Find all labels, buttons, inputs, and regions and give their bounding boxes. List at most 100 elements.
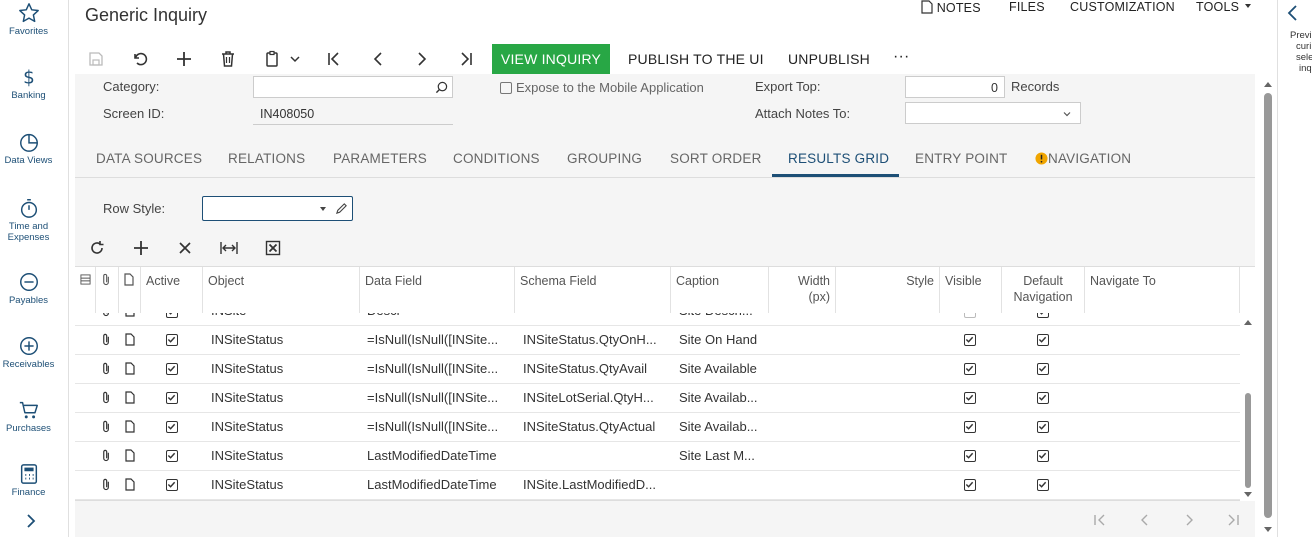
view-inquiry-button[interactable]: VIEW INQUIRY bbox=[492, 44, 610, 74]
customization-link[interactable]: CUSTOMIZATION bbox=[1070, 0, 1175, 14]
export-top-field[interactable]: 0 bbox=[905, 76, 1005, 98]
navigate-to-column-header[interactable]: Navigate To bbox=[1085, 267, 1240, 313]
object-cell[interactable]: INSite bbox=[211, 313, 351, 326]
nav-item-banking[interactable]: $ Banking bbox=[0, 66, 57, 101]
tab-entry-point[interactable]: ENTRY POINT bbox=[915, 151, 1007, 166]
caption-cell[interactable]: Site Desch... bbox=[679, 313, 763, 326]
scroll-thumb[interactable] bbox=[1245, 393, 1251, 488]
data-field-cell[interactable]: =IsNull(IsNull([INSite... bbox=[367, 413, 508, 442]
row-style-select[interactable] bbox=[202, 196, 353, 221]
schema-field-cell[interactable]: INSiteStatus.QtyAvail bbox=[523, 355, 664, 384]
nav-item-data-views[interactable]: Data Views bbox=[0, 131, 57, 166]
active-checkbox[interactable] bbox=[166, 421, 178, 433]
object-cell[interactable]: INSiteStatus bbox=[211, 326, 356, 355]
table-row[interactable]: INSite Descr Site Desch... bbox=[75, 313, 1240, 326]
caption-cell[interactable]: Site Available bbox=[679, 355, 763, 384]
visible-checkbox[interactable] bbox=[964, 313, 976, 318]
data-field-cell[interactable]: =IsNull(IsNull([INSite... bbox=[367, 384, 508, 413]
delete-button[interactable] bbox=[218, 48, 238, 70]
screen-id-field[interactable]: IN408050 bbox=[253, 103, 453, 125]
undo-button[interactable] bbox=[130, 48, 150, 70]
page-scrollbar-thumb[interactable] bbox=[1264, 93, 1272, 518]
schema-field-cell[interactable]: INSiteStatus.QtyOnH... bbox=[523, 326, 664, 355]
data-field-cell[interactable]: =IsNull(IsNull([INSite... bbox=[367, 355, 508, 384]
nav-item-receivables[interactable]: Receivables bbox=[0, 335, 57, 370]
expose-mobile-checkbox[interactable] bbox=[500, 82, 512, 94]
object-cell[interactable]: INSiteStatus bbox=[211, 442, 356, 471]
caption-cell[interactable]: Site Last M... bbox=[679, 442, 763, 471]
previous-record-button[interactable] bbox=[368, 48, 388, 70]
visible-checkbox[interactable] bbox=[964, 363, 976, 375]
default-navigation-checkbox[interactable] bbox=[1037, 450, 1049, 462]
default-navigation-checkbox[interactable] bbox=[1037, 363, 1049, 375]
object-column-header[interactable]: Object bbox=[203, 267, 360, 313]
active-checkbox[interactable] bbox=[166, 334, 178, 346]
table-row[interactable]: INSiteStatus =IsNull(IsNull([INSite... INS… bbox=[75, 413, 1240, 442]
tab-data-sources[interactable]: DATA SOURCES bbox=[96, 151, 202, 166]
last-record-button[interactable] bbox=[456, 48, 476, 70]
grid-first-page-button[interactable] bbox=[1091, 511, 1109, 529]
default-navigation-checkbox[interactable] bbox=[1037, 421, 1049, 433]
grid-last-page-button[interactable] bbox=[1224, 511, 1242, 529]
tab-navigation[interactable]: NAVIGATION bbox=[1035, 151, 1131, 166]
grid-prev-page-button[interactable] bbox=[1136, 511, 1154, 529]
schema-field-cell[interactable]: INSiteStatus.QtyActual bbox=[523, 413, 664, 442]
visible-checkbox[interactable] bbox=[964, 392, 976, 404]
export-excel-button[interactable] bbox=[263, 238, 283, 258]
default-navigation-checkbox[interactable] bbox=[1037, 392, 1049, 404]
style-column-header[interactable]: Style bbox=[836, 267, 940, 313]
active-checkbox[interactable] bbox=[166, 363, 178, 375]
schema-field-cell[interactable] bbox=[523, 442, 664, 471]
notes-cell[interactable] bbox=[125, 313, 135, 326]
notes-cell[interactable] bbox=[125, 471, 135, 500]
nav-item-time-and-expenses[interactable]: Time and Expenses bbox=[0, 197, 57, 243]
table-row[interactable]: INSiteStatus =IsNull(IsNull([INSite... INS… bbox=[75, 326, 1240, 355]
more-actions-button[interactable]: ··· bbox=[893, 48, 910, 66]
caption-cell[interactable]: Site On Hand bbox=[679, 326, 763, 355]
default-navigation-checkbox[interactable] bbox=[1037, 334, 1049, 346]
notes-link[interactable]: NOTES bbox=[921, 0, 981, 15]
tab-sort-order[interactable]: SORT ORDER bbox=[670, 151, 762, 166]
add-record-button[interactable] bbox=[174, 48, 194, 70]
active-checkbox[interactable] bbox=[166, 479, 178, 491]
nav-item-purchases[interactable]: Purchases bbox=[0, 399, 57, 434]
attach-notes-select[interactable] bbox=[905, 102, 1081, 124]
caption-cell[interactable]: Site Availab... bbox=[679, 413, 763, 442]
category-field[interactable] bbox=[253, 76, 453, 98]
next-record-button[interactable] bbox=[412, 48, 432, 70]
default-navigation-checkbox[interactable] bbox=[1037, 479, 1049, 491]
nav-item-finance[interactable]: Finance bbox=[0, 463, 57, 498]
notes-cell[interactable] bbox=[125, 384, 135, 413]
default-navigation-column-header[interactable]: Default Navigation bbox=[1002, 267, 1085, 313]
data-field-column-header[interactable]: Data Field bbox=[360, 267, 515, 313]
files-cell[interactable] bbox=[101, 355, 112, 384]
active-checkbox[interactable] bbox=[166, 313, 178, 318]
object-cell[interactable]: INSiteStatus bbox=[211, 413, 356, 442]
table-row[interactable]: INSiteStatus LastModifiedDateTime Site Las… bbox=[75, 442, 1240, 471]
add-row-button[interactable] bbox=[131, 238, 151, 258]
files-link[interactable]: FILES bbox=[1009, 0, 1045, 14]
delete-row-button[interactable] bbox=[175, 238, 195, 258]
tab-parameters[interactable]: PARAMETERS bbox=[333, 151, 427, 166]
object-cell[interactable]: INSiteStatus bbox=[211, 471, 356, 500]
width-column-header[interactable]: Width (px) bbox=[769, 267, 836, 313]
visible-checkbox[interactable] bbox=[964, 421, 976, 433]
nav-item-favorites[interactable]: Favorites bbox=[0, 2, 57, 37]
active-checkbox[interactable] bbox=[166, 392, 178, 404]
caption-cell[interactable] bbox=[679, 471, 763, 500]
visible-column-header[interactable]: Visible bbox=[940, 267, 1002, 313]
column-selector-header[interactable] bbox=[75, 267, 96, 313]
files-cell[interactable] bbox=[101, 326, 112, 355]
schema-field-cell[interactable]: INSite.LastModifiedD... bbox=[523, 471, 664, 500]
notes-cell[interactable] bbox=[125, 442, 135, 471]
tools-menu[interactable]: TOOLS bbox=[1196, 0, 1253, 14]
object-cell[interactable]: INSiteStatus bbox=[211, 384, 356, 413]
visible-checkbox[interactable] bbox=[964, 450, 976, 462]
tab-conditions[interactable]: CONDITIONS bbox=[453, 151, 540, 166]
tab-results-grid[interactable]: RESULTS GRID bbox=[788, 151, 889, 166]
files-cell[interactable] bbox=[101, 413, 112, 442]
object-cell[interactable]: INSiteStatus bbox=[211, 355, 356, 384]
default-navigation-checkbox[interactable] bbox=[1037, 313, 1049, 318]
refresh-button[interactable] bbox=[87, 238, 107, 258]
table-row[interactable]: INSiteStatus =IsNull(IsNull([INSite... INS… bbox=[75, 355, 1240, 384]
